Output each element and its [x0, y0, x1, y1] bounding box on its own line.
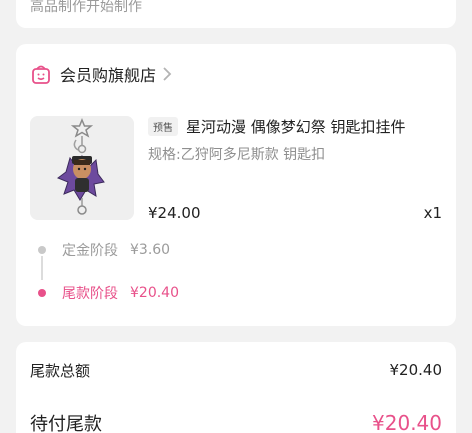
- product-image[interactable]: [30, 116, 134, 220]
- previous-info-card: 高品制作开始制作: [16, 0, 456, 28]
- balance-stage: 尾款阶段 ¥20.40: [38, 283, 179, 303]
- pending-balance-row: 待付尾款 ¥20.40: [30, 408, 442, 433]
- balance-total-row: 尾款总额 ¥20.40: [30, 358, 442, 382]
- store-order-card: 会员购旗舰店 预售 星河动漫 偶像梦幻祭 钥匙扣挂件 规格:乙狩阿多尼斯款 钥匙…: [16, 44, 456, 326]
- chevron-right-icon: [163, 67, 172, 81]
- product-spec: 规格:乙狩阿多尼斯款 钥匙扣: [148, 147, 326, 163]
- keychain-charm-image: [30, 116, 134, 220]
- stage-dot-active: [38, 289, 46, 297]
- pending-balance-label: 待付尾款: [30, 414, 102, 433]
- product-price: ¥24.00: [148, 204, 201, 222]
- order-detail-page: 高品制作开始制作 会员购旗舰店 预售 星河动漫 偶像梦幻祭 钥匙扣挂件 规格:乙…: [0, 0, 472, 433]
- deposit-stage-label: 定金阶段: [62, 243, 118, 259]
- store-name: 会员购旗舰店: [60, 66, 157, 85]
- pending-balance-value: ¥20.40: [372, 411, 442, 433]
- store-header[interactable]: 会员购旗舰店: [30, 62, 172, 86]
- deposit-stage: 定金阶段 ¥3.60: [38, 240, 170, 260]
- shopping-bag-icon: [32, 65, 50, 84]
- presale-badge: 预售: [148, 117, 178, 136]
- balance-total-label: 尾款总额: [30, 361, 91, 380]
- payment-summary-card: 尾款总额 ¥20.40 待付尾款 ¥20.40: [16, 342, 456, 433]
- deposit-stage-amount: ¥3.60: [130, 242, 171, 258]
- product-title: 星河动漫 偶像梦幻祭 钥匙扣挂件: [186, 118, 406, 136]
- stage-dot-inactive: [38, 246, 46, 254]
- balance-stage-label: 尾款阶段: [62, 286, 118, 302]
- balance-total-value: ¥20.40: [389, 361, 443, 379]
- previous-info-text: 高品制作开始制作: [30, 0, 142, 15]
- product-title-row[interactable]: 预售 星河动漫 偶像梦幻祭 钥匙扣挂件: [148, 116, 448, 137]
- product-quantity: x1: [423, 204, 442, 222]
- balance-stage-amount: ¥20.40: [130, 285, 179, 301]
